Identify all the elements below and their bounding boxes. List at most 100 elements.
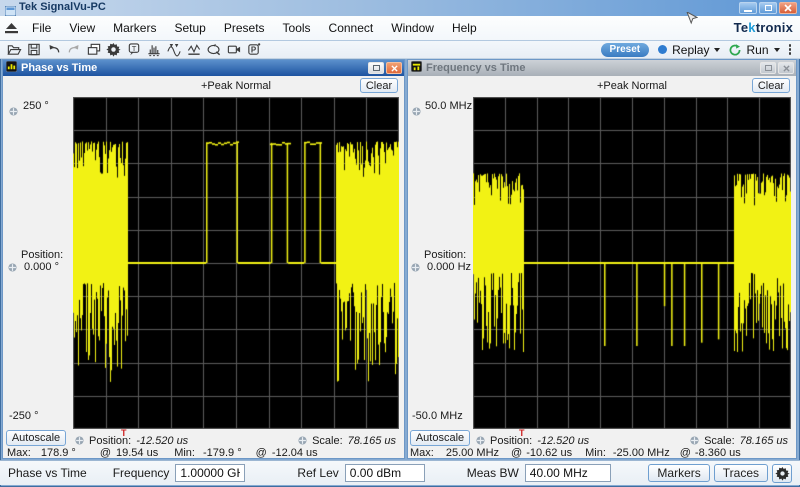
at-sign: @: [100, 447, 111, 459]
freq-y-top-label: 50.0 MHz: [425, 100, 472, 112]
svg-text:P: P: [250, 45, 256, 54]
wave-markers-icon[interactable]: [165, 42, 182, 58]
phase-y-bottom-label: -250 °: [9, 410, 38, 422]
close-icon: [783, 65, 790, 72]
phase-detector-label: +Peak Normal: [73, 80, 399, 92]
phase-max-value: 178.9 °: [41, 447, 76, 459]
freq-scale-value: 78.165 us: [740, 435, 788, 447]
phase-vs-time-panel: Phase vs Time +Peak Normal Clear 250 ° P…: [2, 59, 405, 459]
run-icon: [729, 44, 741, 56]
freq-max-label: Max:: [410, 447, 434, 459]
gear-icon: [775, 466, 790, 481]
phase-panel-titlebar[interactable]: Phase vs Time: [3, 60, 404, 76]
freq-y-bottom-label: -50.0 MHz: [412, 410, 463, 422]
menu-connect[interactable]: Connect: [320, 18, 383, 38]
phase-autoscale-button[interactable]: Autoscale: [6, 430, 66, 446]
freq-close-button[interactable]: [778, 62, 794, 74]
frequency-vs-time-panel: Frequency vs Time +Peak Normal Clear 50.…: [407, 59, 797, 459]
run-caret-icon[interactable]: [774, 48, 780, 52]
save-icon[interactable]: [25, 42, 42, 58]
menu-setup[interactable]: Setup: [165, 18, 214, 38]
menu-file[interactable]: File: [23, 18, 60, 38]
trace-icon[interactable]: [185, 42, 202, 58]
at-sign: @: [680, 447, 691, 459]
freq-detector-label: +Peak Normal: [473, 80, 791, 92]
pan-icon[interactable]: [411, 259, 420, 277]
replay-caret-icon[interactable]: [714, 48, 720, 52]
freq-xposition-label: Position:: [490, 435, 532, 447]
phase-xposition-value: -12.520 us: [136, 435, 188, 447]
phase-max-at: 19.54 us: [116, 447, 158, 459]
maximize-button[interactable]: [759, 2, 777, 14]
mouse-cursor: [686, 12, 698, 33]
signalvu-window: Tek SignalVu-PC File View Markers Setup …: [0, 0, 800, 487]
close-button[interactable]: [779, 2, 797, 14]
at-sign: @: [256, 447, 267, 459]
redo-icon[interactable]: [65, 42, 82, 58]
replay-label: Replay: [672, 43, 709, 57]
freq-maximize-button[interactable]: [760, 62, 776, 74]
phase-clear-button[interactable]: Clear: [360, 78, 398, 93]
freq-autoscale-button[interactable]: Autoscale: [410, 430, 470, 446]
marker-tag-icon[interactable]: T: [125, 42, 142, 58]
meas-bw-input[interactable]: [525, 464, 611, 482]
settings-gear-icon[interactable]: [105, 42, 122, 58]
preset-p-icon[interactable]: P: [245, 42, 262, 58]
phase-min-at: -12.04 us: [272, 447, 318, 459]
run-control[interactable]: Run: [729, 43, 779, 57]
pan-icon[interactable]: [9, 103, 18, 121]
toolbar-right-cluster: Preset Replay Run: [601, 43, 795, 57]
open-icon[interactable]: [5, 42, 22, 58]
freq-min-at: -8.360 us: [695, 447, 741, 459]
freq-panel-icon: [411, 59, 422, 77]
statusbar-buttons: Markers Traces: [648, 464, 792, 483]
phase-pos-label: Position:: [21, 249, 63, 261]
phase-close-button[interactable]: [386, 62, 402, 74]
freq-max-value: 25.00 MHz: [446, 447, 499, 459]
phase-max-label: Max:: [7, 447, 31, 459]
phase-panel-icon: [6, 59, 17, 77]
title-bar[interactable]: Tek SignalVu-PC: [0, 0, 800, 16]
replay-control[interactable]: Replay: [658, 43, 720, 57]
frequency-input[interactable]: [175, 464, 245, 482]
phase-y-top-label: 250 °: [23, 100, 49, 112]
displays-icon[interactable]: [85, 42, 102, 58]
tektronix-logo: Tektronix: [734, 20, 793, 35]
phase-maximize-button[interactable]: [368, 62, 384, 74]
traces-button[interactable]: Traces: [714, 464, 768, 482]
undo-icon[interactable]: [45, 42, 62, 58]
menu-tools[interactable]: Tools: [274, 18, 320, 38]
capture-camera-icon[interactable]: [225, 42, 242, 58]
markers-button[interactable]: Markers: [648, 464, 709, 482]
menu-help[interactable]: Help: [443, 18, 486, 38]
freq-xposition-value: -12.520 us: [537, 435, 589, 447]
freq-panel-titlebar[interactable]: Frequency vs Time: [408, 60, 796, 76]
minimize-button[interactable]: [739, 2, 757, 14]
more-options-icon[interactable]: [789, 44, 792, 55]
pan-icon[interactable]: [8, 259, 17, 277]
phase-plot-canvas[interactable]: [73, 97, 399, 429]
freq-maxmin-row: Max: 25.00 MHz @ -10.62 us Min: -25.00 M…: [410, 447, 741, 459]
phase-position-block: Position: 0.000 °: [21, 249, 63, 273]
freq-panel-title: Frequency vs Time: [426, 62, 525, 74]
freq-plot-canvas[interactable]: [473, 97, 791, 429]
menu-markers[interactable]: Markers: [104, 18, 165, 38]
menu-presets[interactable]: Presets: [215, 18, 274, 38]
pan-icon[interactable]: [412, 103, 421, 121]
preset-button[interactable]: Preset: [601, 43, 650, 57]
menu-window[interactable]: Window: [382, 18, 443, 38]
freq-scale-label: Scale:: [704, 435, 735, 447]
phase-min-value: -179.9 °: [203, 447, 242, 459]
menu-view[interactable]: View: [60, 18, 104, 38]
eject-icon[interactable]: [3, 20, 20, 36]
freq-clear-button[interactable]: Clear: [752, 78, 790, 93]
phase-scale-value: 78.165 us: [348, 435, 396, 447]
at-sign: @: [511, 447, 522, 459]
ref-level-input[interactable]: [345, 464, 425, 482]
run-label: Run: [746, 43, 768, 57]
settings-button[interactable]: [772, 464, 792, 483]
probe-icon[interactable]: [205, 42, 222, 58]
freq-min-label: Min:: [585, 447, 606, 459]
phase-xposition-label: Position:: [89, 435, 131, 447]
spectrum-icon[interactable]: [145, 42, 162, 58]
